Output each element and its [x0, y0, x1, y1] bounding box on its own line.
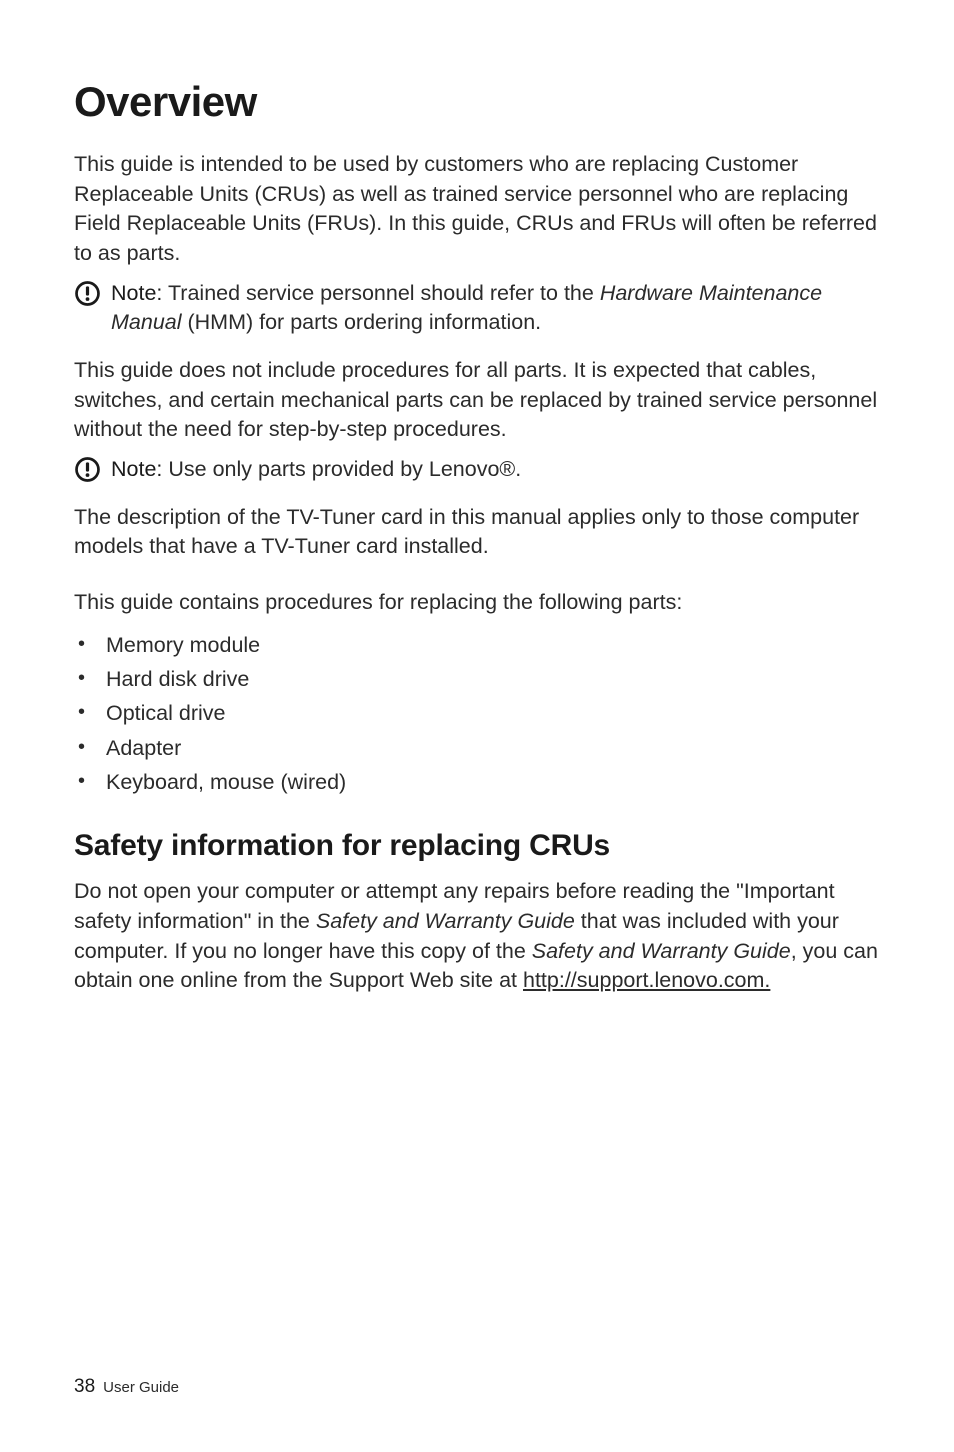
note-1-before: Trained service personnel should refer t… [162, 281, 599, 305]
document-page: Overview This guide is intended to be us… [0, 0, 954, 1452]
note-label: Note: [111, 281, 162, 305]
note-1-after: (HMM) for parts ordering information. [182, 310, 542, 334]
attention-icon [74, 455, 101, 483]
footer-label: User Guide [103, 1379, 179, 1396]
paragraph-4: This guide contains procedures for repla… [74, 588, 880, 618]
note-label: Note: [111, 457, 162, 481]
safety-paragraph: Do not open your computer or attempt any… [74, 877, 880, 996]
paragraph-2: This guide does not include procedures f… [74, 356, 880, 445]
list-item: Optical drive [74, 696, 880, 730]
safety-i1: Safety and Warranty Guide [316, 909, 575, 933]
note-1-text: Note: Trained service personnel should r… [111, 279, 880, 338]
note-block-1: Note: Trained service personnel should r… [74, 279, 880, 338]
page-number: 38 [74, 1376, 95, 1397]
note-block-2: Note: Use only parts provided by Lenovo®… [74, 455, 880, 485]
safety-i2: Safety and Warranty Guide [532, 939, 791, 963]
paragraph-3: The description of the TV-Tuner card in … [74, 503, 880, 562]
note-2-text: Note: Use only parts provided by Lenovo®… [111, 455, 521, 485]
list-item: Keyboard, mouse (wired) [74, 765, 880, 799]
intro-paragraph: This guide is intended to be used by cus… [74, 150, 880, 269]
parts-list: Memory module Hard disk drive Optical dr… [74, 628, 880, 800]
list-item: Adapter [74, 731, 880, 765]
support-link[interactable]: http://support.lenovo.com. [523, 968, 770, 992]
note-2-body: Use only parts provided by Lenovo®. [162, 457, 521, 481]
list-item: Memory module [74, 628, 880, 662]
attention-icon [74, 279, 101, 307]
page-title: Overview [74, 78, 880, 126]
list-item: Hard disk drive [74, 662, 880, 696]
section-subheading: Safety information for replacing CRUs [74, 829, 880, 863]
page-footer: 38 User Guide [74, 1376, 179, 1398]
